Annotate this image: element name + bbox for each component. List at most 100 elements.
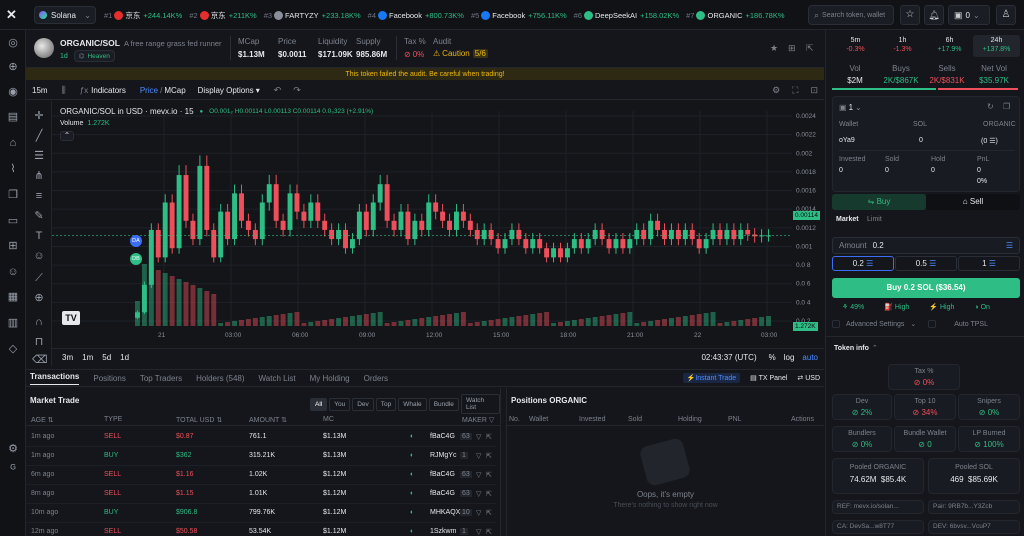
tab-positions[interactable]: Positions (93, 374, 125, 383)
amount-input[interactable]: Amount 0.2 ☰ (832, 237, 1020, 254)
filter-watch-list[interactable]: Watch List (460, 394, 500, 414)
share-icon[interactable]: ⊞ (788, 43, 796, 54)
range-button[interactable]: 3m (62, 353, 73, 362)
range-button[interactable]: 5d (102, 353, 111, 362)
emoji-icon[interactable]: ☺ (32, 249, 46, 263)
maker-address[interactable]: fBaC4G (430, 490, 455, 497)
external-link-icon[interactable]: ⇱ (486, 433, 492, 441)
magnet-icon[interactable]: ∩ (32, 315, 46, 329)
zoom-icon[interactable]: ⊕ (32, 291, 46, 305)
wallet-button[interactable]: ▣ 0 ⌄ (948, 5, 990, 25)
currency-toggle[interactable]: ⇄ USD (797, 374, 820, 382)
ticker-item[interactable]: #3 FARTYZY +233.18K% (264, 11, 361, 20)
filter-icon[interactable]: ▽ (476, 452, 481, 460)
preset-button[interactable]: 0.2 ☰ (832, 256, 894, 271)
tab-my-holding[interactable]: My Holding (310, 374, 350, 383)
settings-icon[interactable]: ⚙ (6, 442, 20, 456)
collapse-legend-button[interactable]: ⌃ (60, 131, 74, 141)
lock-icon[interactable]: ⊓ (32, 335, 46, 349)
search-input[interactable]: ⌕ Search token, wallet (808, 5, 894, 25)
copy-icon[interactable]: ❐ (1003, 102, 1010, 111)
preset-button[interactable]: 1 ☰ (958, 256, 1020, 271)
tab-watch-list[interactable]: Watch List (259, 374, 296, 383)
copy-icon[interactable]: ❐ (6, 188, 20, 202)
users-icon[interactable]: ☺ (6, 265, 20, 279)
checkbox[interactable] (832, 320, 840, 328)
advanced-settings-row[interactable]: Advanced Settings ⌄ Auto TPSL (832, 318, 1020, 330)
star-icon[interactable]: ★ (770, 43, 778, 54)
fib-icon[interactable]: ≡ (32, 189, 46, 203)
period-tab[interactable]: 5m -0.3% (832, 35, 879, 57)
hlines-icon[interactable]: ☰ (32, 149, 46, 163)
star-icon[interactable]: ☆ (900, 5, 920, 25)
candle-type-icon[interactable]: ⫼ (62, 85, 66, 96)
mevx-logo[interactable]: ✕ (6, 7, 20, 22)
bell-icon[interactable]: 🔔︎ (924, 5, 944, 25)
preset-button[interactable]: 0.5 ☰ (895, 256, 957, 271)
gift-icon[interactable]: ⌂ (6, 136, 20, 150)
tab-top-traders[interactable]: Top Traders (140, 374, 182, 383)
trend-icon[interactable]: ⌇ (6, 162, 20, 176)
period-tab[interactable]: 24h +137.8% (973, 35, 1020, 57)
fullscreen-icon[interactable]: ⛶ (792, 85, 798, 96)
filter-bundle[interactable]: Bundle (428, 397, 459, 411)
ticker-item[interactable]: #1 京东 +244.14K% (104, 10, 182, 21)
filter-you[interactable]: You (329, 397, 351, 411)
trendline-icon[interactable]: ╱ (32, 129, 46, 143)
range-button[interactable]: 1d (120, 353, 129, 362)
table-row[interactable]: 8m ago SELL $1.15 1.01K $1.12M ◐ fBaC4G 63 ▽ ⇱ (26, 485, 496, 504)
buy-tab[interactable]: ⇋ Buy (832, 194, 926, 210)
dev-marker[interactable]: DA (130, 235, 142, 247)
diamond-icon[interactable]: ◇ (6, 342, 20, 356)
chart-icon[interactable]: ▤ (6, 110, 20, 124)
undo-icon[interactable]: ↶ (274, 85, 282, 96)
trade-settings[interactable]: ⚘ 49% ⛽ High ⚡ High ◑ On (832, 301, 1020, 313)
display-options-button[interactable]: Display Options (198, 86, 254, 95)
instant-trade-toggle[interactable]: ⚡Instant Trade (682, 373, 741, 383)
tab-transactions[interactable]: Transactions (30, 372, 80, 385)
external-link-icon[interactable]: ⇱ (486, 490, 492, 498)
table-row[interactable]: 10m ago BUY $906.8 799.76K $1.12M ◐ MHKAQX 10 ▽ ⇱ (26, 504, 496, 523)
target-icon[interactable]: ◉ (6, 85, 20, 99)
checkbox[interactable] (928, 320, 937, 328)
external-link-icon[interactable]: ⇱ (486, 509, 492, 517)
filter-icon[interactable]: ▽ (476, 490, 481, 498)
clipboard-icon[interactable]: ▥ (6, 316, 20, 330)
refresh-icon[interactable]: ↻ (987, 102, 994, 111)
external-link-icon[interactable]: ⇱ (486, 452, 492, 460)
chart-canvas[interactable]: 0.00240.00220.0020.00180.00160.00140.001… (52, 101, 824, 344)
user-icon[interactable]: ♙ (996, 5, 1016, 25)
maker-address[interactable]: fBaC4G (430, 471, 455, 478)
table-row[interactable]: 1m ago SELL $0.87 761.1 $1.13M ◐ fBaC4G 63 ▽ ⇱ (26, 428, 496, 447)
external-link-icon[interactable]: ⇱ (486, 471, 492, 479)
table-row[interactable]: 1m ago BUY $362 315.21K $1.13M ◐ RJMgYc 1 ▽ ⇱ (26, 447, 496, 466)
panel-divider[interactable] (500, 388, 507, 536)
crosshair-icon[interactable]: ⊕ (6, 60, 20, 74)
present-icon[interactable]: ▦ (6, 290, 20, 304)
log-toggle[interactable]: log (784, 353, 795, 362)
interval-select[interactable]: 15m (32, 86, 48, 95)
pitchfork-icon[interactable]: ⋔ (32, 169, 46, 183)
range-button[interactable]: 1m (82, 353, 93, 362)
network-select[interactable]: Solana ⌄ (34, 6, 96, 24)
tab-market[interactable]: Market (836, 216, 859, 223)
filter-icon[interactable]: ▽ (476, 509, 481, 517)
pair-address[interactable]: Pair: 9RB7b...Y3Zcb (928, 500, 1020, 514)
maker-address[interactable]: fBaC4G (430, 433, 455, 440)
contract-address[interactable]: CA: DevSa...w8T77 (832, 520, 924, 534)
ref-link[interactable]: REF: mevx.io/solan... (832, 500, 924, 514)
filter-dev[interactable]: Dev (352, 397, 374, 411)
mcap-toggle[interactable]: MCap (164, 86, 185, 95)
cursor-icon[interactable]: ✛ (32, 109, 46, 123)
wallet-name[interactable]: oYa9 (839, 137, 855, 144)
trash-icon[interactable]: ⌫ (32, 353, 48, 367)
grid-icon[interactable]: ⊞ (6, 239, 20, 253)
filter-top[interactable]: Top (375, 397, 397, 411)
utc-clock[interactable]: 02:43:37 (UTC) (701, 353, 756, 362)
percent-toggle[interactable]: % (769, 353, 776, 362)
filter-icon[interactable]: ▽ (476, 528, 481, 536)
table-row[interactable]: 6m ago SELL $1.16 1.02K $1.12M ◐ fBaC4G 63 ▽ ⇱ (26, 466, 496, 485)
tab-holders[interactable]: Holders (548) (196, 374, 244, 383)
ruler-icon[interactable]: ⟋ (32, 271, 46, 285)
buy-submit-button[interactable]: Buy 0.2 SOL ($36.54) (832, 278, 1020, 298)
